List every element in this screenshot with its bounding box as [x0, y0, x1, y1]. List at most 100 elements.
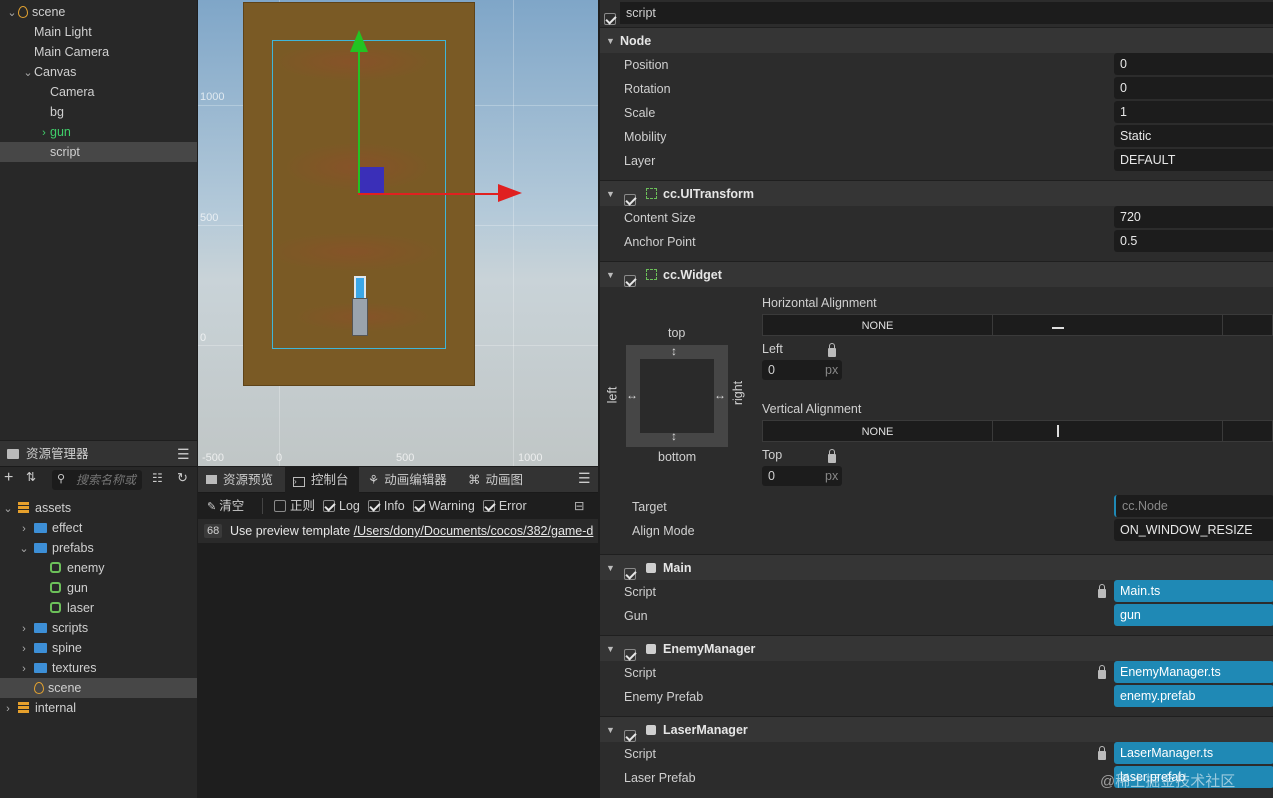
- tab-animation-editor[interactable]: ⚘ 动画编辑器: [360, 467, 460, 493]
- h-align-center-button[interactable]: [1222, 314, 1273, 336]
- hierarchy-node[interactable]: ⌄ scene: [0, 2, 197, 22]
- copy-icon[interactable]: ⊟: [574, 494, 584, 518]
- clear-button[interactable]: ✎ 清空: [207, 494, 244, 519]
- asset-item[interactable]: › textures: [0, 658, 197, 678]
- filter-log[interactable]: Log: [323, 499, 360, 513]
- script-asset-field[interactable]: Main.ts: [1114, 580, 1273, 602]
- prop-value-input[interactable]: 0: [1114, 53, 1273, 75]
- chevron-icon[interactable]: ›: [38, 123, 50, 143]
- asset-item[interactable]: › scripts: [0, 618, 197, 638]
- asset-item[interactable]: › effect: [0, 518, 197, 538]
- asset-item[interactable]: ⌄ prefabs: [0, 538, 197, 558]
- prop-value-input[interactable]: 1: [1114, 101, 1273, 123]
- chevron-icon[interactable]: ›: [18, 639, 30, 659]
- menu-icon[interactable]: ☰: [578, 470, 591, 487]
- section-uitransform[interactable]: ▼ cc.UITransform: [600, 180, 1273, 206]
- filter-checkbox[interactable]: [274, 500, 286, 512]
- v-align-top-button[interactable]: [992, 420, 1223, 442]
- v-align-middle-button[interactable]: [1222, 420, 1273, 442]
- move-gizmo[interactable]: [350, 30, 528, 202]
- chevron-icon[interactable]: ⌄: [22, 63, 34, 83]
- filter-error[interactable]: Error: [482, 499, 527, 513]
- prop-value-input[interactable]: DEFAULT: [1114, 149, 1273, 171]
- section-node[interactable]: ▼ Node: [600, 27, 1273, 53]
- collapse-icon[interactable]: ☷: [152, 471, 163, 485]
- log-path-link[interactable]: /Users/dony/Documents/cocos/382/game-d: [354, 524, 594, 538]
- chevron-icon[interactable]: ›: [18, 519, 30, 539]
- component-enabled-checkbox[interactable]: [624, 194, 636, 206]
- top-input[interactable]: 0 px: [762, 466, 842, 486]
- node-name-input[interactable]: script: [620, 2, 1273, 24]
- h-align-none-button[interactable]: NONE: [762, 314, 993, 336]
- filter-warning[interactable]: Warning: [412, 499, 475, 513]
- align-frame[interactable]: ↕ ↕ ↔ ↔: [626, 344, 728, 447]
- asset-item[interactable]: laser: [0, 598, 197, 618]
- gun-sprite[interactable]: [350, 276, 372, 338]
- section-enemy-manager[interactable]: ▼ EnemyManager: [600, 635, 1273, 661]
- hierarchy-node[interactable]: ⌄Canvas: [0, 62, 197, 82]
- align-right-toggle[interactable]: ↔: [714, 388, 726, 402]
- component-enabled-checkbox[interactable]: [624, 649, 636, 661]
- section-widget[interactable]: ▼ cc.Widget: [600, 261, 1273, 287]
- filter-正则[interactable]: 正则: [274, 499, 315, 513]
- align-bottom-toggle[interactable]: ↕: [671, 429, 677, 443]
- tab-animation-graph[interactable]: ⌘ 动画图: [460, 467, 540, 493]
- align-mode-select[interactable]: ON_WINDOW_RESIZE: [1114, 519, 1273, 541]
- filter-info[interactable]: Info: [367, 499, 405, 513]
- hierarchy-node[interactable]: › gun: [0, 122, 197, 142]
- asset-item[interactable]: › internal: [0, 698, 197, 718]
- component-enabled-checkbox[interactable]: [624, 730, 636, 742]
- chevron-icon[interactable]: ⌄: [18, 539, 30, 559]
- hierarchy-node[interactable]: Main Camera: [0, 42, 197, 62]
- enemy-prefab-field[interactable]: enemy.prefab: [1114, 685, 1273, 707]
- component-enabled-checkbox[interactable]: [624, 568, 636, 580]
- scene-view[interactable]: 1000 500 0 -500 0 500 1000: [198, 0, 598, 466]
- v-align-none-button[interactable]: NONE: [762, 420, 993, 442]
- section-laser-manager[interactable]: ▼ LaserManager: [600, 716, 1273, 742]
- search-box[interactable]: ⚲: [52, 470, 142, 490]
- prop-value-input[interactable]: 0.5: [1114, 230, 1273, 252]
- target-field[interactable]: cc.Node: [1114, 495, 1273, 517]
- menu-icon[interactable]: ☰: [177, 441, 190, 467]
- filter-checkbox[interactable]: [367, 500, 380, 512]
- refresh-icon[interactable]: ↻: [177, 470, 188, 486]
- asset-item[interactable]: › spine: [0, 638, 197, 658]
- prop-value-input[interactable]: 720: [1114, 206, 1273, 228]
- hierarchy-node[interactable]: Main Light: [0, 22, 197, 42]
- prop-value-input[interactable]: 0: [1114, 77, 1273, 99]
- asset-item[interactable]: gun: [0, 578, 197, 598]
- chevron-icon[interactable]: ›: [18, 659, 30, 679]
- sort-icon[interactable]: ⇅: [26, 470, 36, 484]
- filter-checkbox[interactable]: [412, 500, 425, 512]
- asset-item[interactable]: enemy: [0, 558, 197, 578]
- align-left-toggle[interactable]: ↔: [626, 388, 638, 402]
- node-active-checkbox[interactable]: [604, 13, 616, 25]
- unlock-icon[interactable]: [828, 343, 836, 360]
- chevron-icon[interactable]: ›: [18, 619, 30, 639]
- align-top-toggle[interactable]: ↕: [671, 344, 677, 358]
- tab-console[interactable]: › 控制台: [285, 467, 359, 493]
- component-enabled-checkbox[interactable]: [624, 275, 636, 287]
- left-input[interactable]: 0 px: [762, 360, 842, 380]
- h-align-left-button[interactable]: [992, 314, 1223, 336]
- chevron-icon[interactable]: ⌄: [6, 3, 18, 23]
- search-input[interactable]: [76, 471, 140, 489]
- hierarchy-node[interactable]: bg: [0, 102, 197, 122]
- gun-node-field[interactable]: gun: [1114, 604, 1273, 626]
- hierarchy-node[interactable]: script: [0, 142, 197, 162]
- prop-value-input[interactable]: Static: [1114, 125, 1273, 147]
- filter-checkbox[interactable]: [482, 500, 495, 512]
- log-row[interactable]: 68 Use preview template /Users/dony/Docu…: [198, 519, 598, 543]
- add-icon[interactable]: +: [4, 469, 13, 487]
- hierarchy-node[interactable]: Camera: [0, 82, 197, 102]
- script-asset-field[interactable]: EnemyManager.ts: [1114, 661, 1273, 683]
- filter-checkbox[interactable]: [323, 500, 336, 512]
- chevron-icon[interactable]: ⌄: [2, 499, 14, 519]
- unlock-icon[interactable]: [828, 449, 836, 466]
- tab-asset-preview[interactable]: 资源预览: [198, 467, 284, 493]
- chevron-icon[interactable]: ›: [2, 699, 14, 719]
- asset-item[interactable]: ⌄ assets: [0, 498, 197, 518]
- section-main[interactable]: ▼ Main: [600, 554, 1273, 580]
- asset-item[interactable]: scene: [0, 678, 197, 698]
- script-asset-field[interactable]: LaserManager.ts: [1114, 742, 1273, 764]
